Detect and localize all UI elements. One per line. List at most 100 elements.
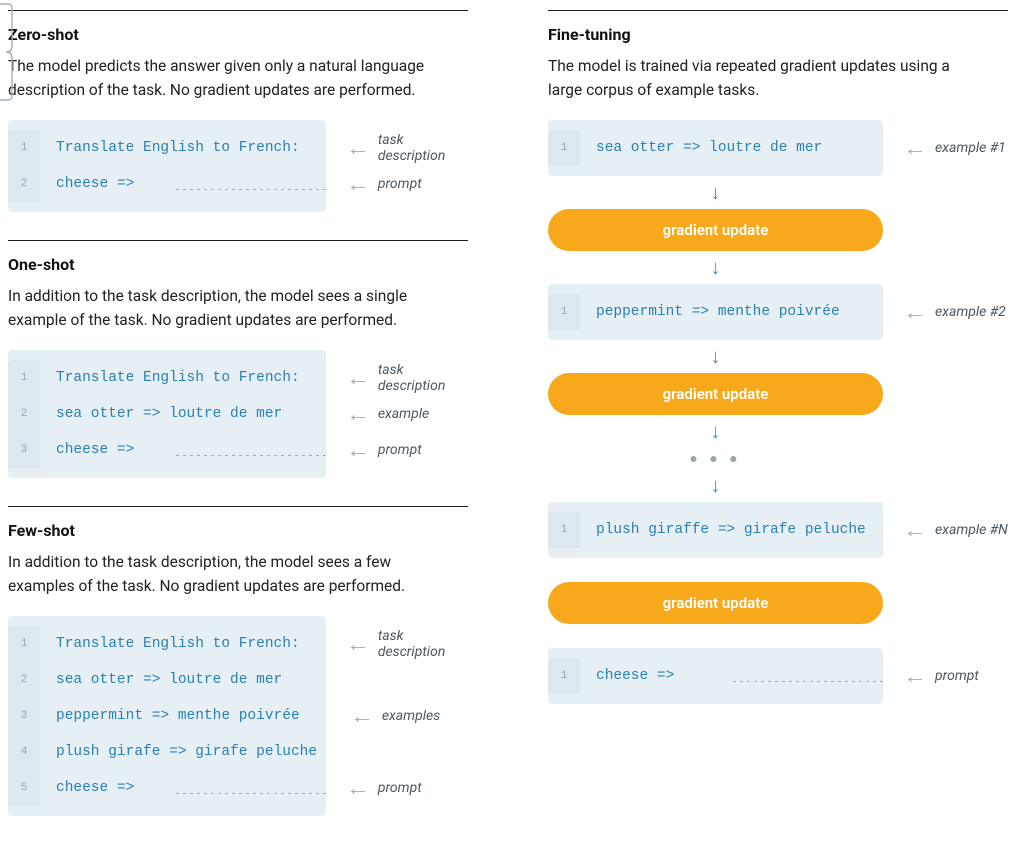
arrow-left-icon: ← bbox=[903, 302, 927, 322]
code-text: Translate English to French: bbox=[40, 140, 326, 156]
code-text: Translate English to French: bbox=[40, 636, 326, 652]
annotation-text: example bbox=[378, 406, 429, 422]
arrow-left-icon: ← bbox=[346, 368, 370, 388]
arrow-left-icon: ← bbox=[350, 706, 374, 726]
arrow-left-icon: ← bbox=[346, 174, 370, 194]
section-rule bbox=[8, 240, 468, 241]
bracket-icon bbox=[0, 0, 14, 104]
code-text: Translate English to French: bbox=[40, 370, 326, 386]
ellipsis-icon: ● ● ● bbox=[548, 448, 883, 469]
gradient-update-pill: gradient update bbox=[548, 373, 883, 415]
code-text: sea otter => loutre de mer bbox=[40, 672, 326, 688]
annotation-text: task description bbox=[378, 132, 468, 164]
dotted-line bbox=[176, 793, 326, 794]
arrow-down-icon: ↓ bbox=[548, 469, 883, 502]
line-number: 1 bbox=[548, 658, 580, 694]
arrow-down-icon: ↓ bbox=[548, 251, 883, 284]
arrow-down-icon: ↓ bbox=[548, 340, 883, 373]
arrow-left-icon: ← bbox=[903, 138, 927, 158]
code-text: sea otter => loutre de mer bbox=[40, 406, 326, 422]
annotation-text: prompt bbox=[378, 176, 422, 192]
line-number: 3 bbox=[8, 432, 40, 468]
line-number: 1 bbox=[8, 626, 40, 662]
arrow-down-icon: ↓ bbox=[548, 176, 883, 209]
code-block: 1cheese => bbox=[548, 648, 883, 704]
line-number: 4 bbox=[8, 734, 40, 770]
annotation-column: ← task description ← prompt bbox=[348, 120, 468, 202]
section-description: In addition to the task description, the… bbox=[8, 284, 438, 332]
dotted-line bbox=[176, 455, 326, 456]
fine-tuning-steps: 1sea otter => loutre de mer←example #1↓g… bbox=[548, 120, 1008, 704]
annotation-column: ← example #N bbox=[905, 502, 1008, 548]
arrow-left-icon: ← bbox=[346, 634, 370, 654]
annotation-text: prompt bbox=[935, 668, 979, 684]
section-title: Few-shot bbox=[8, 521, 468, 540]
arrow-left-icon: ← bbox=[903, 666, 927, 686]
annotation-column: ← prompt bbox=[905, 648, 979, 694]
section-description: In addition to the task description, the… bbox=[8, 550, 438, 598]
code-block: 1Translate English to French: 2sea otter… bbox=[8, 350, 326, 478]
annotation-column: ← task description ← example ← prompt bbox=[348, 350, 468, 468]
section-title: Zero-shot bbox=[8, 25, 468, 44]
code-block: 1sea otter => loutre de mer bbox=[548, 120, 883, 176]
section-rule bbox=[8, 10, 468, 11]
line-number: 2 bbox=[8, 166, 40, 202]
code-text: sea otter => loutre de mer bbox=[580, 140, 883, 156]
line-number: 1 bbox=[548, 130, 580, 166]
arrow-left-icon: ← bbox=[346, 778, 370, 798]
zero-shot-section: Zero-shot The model predicts the answer … bbox=[8, 10, 468, 212]
annotation-text: prompt bbox=[378, 780, 422, 796]
section-rule bbox=[548, 10, 1008, 11]
section-description: The model is trained via repeated gradie… bbox=[548, 54, 978, 102]
arrow-left-icon: ← bbox=[346, 138, 370, 158]
arrow-left-icon: ← bbox=[346, 440, 370, 460]
code-row: 2 cheese => bbox=[8, 166, 326, 202]
gradient-update-pill: gradient update bbox=[548, 209, 883, 251]
annotation-column: ← example #2 bbox=[905, 284, 1006, 330]
dotted-line bbox=[176, 189, 326, 190]
few-shot-section: Few-shot In addition to the task descrip… bbox=[8, 506, 468, 816]
line-number: 1 bbox=[8, 360, 40, 396]
code-row: 1cheese => bbox=[548, 658, 883, 694]
code-text: cheese => bbox=[40, 176, 172, 192]
annotation-column: ← example #1 bbox=[905, 120, 1006, 166]
arrow-left-icon: ← bbox=[346, 404, 370, 424]
annotation-text: prompt bbox=[378, 442, 422, 458]
line-number: 1 bbox=[8, 130, 40, 166]
gradient-update-pill: gradient update bbox=[548, 582, 883, 624]
annotation-text: example #2 bbox=[935, 304, 1006, 320]
spacer bbox=[548, 558, 883, 582]
section-rule bbox=[8, 506, 468, 507]
code-text: peppermint => menthe poivrée bbox=[40, 708, 326, 724]
code-text: cheese => bbox=[40, 442, 172, 458]
code-row: 1 Translate English to French: bbox=[8, 130, 326, 166]
code-text: peppermint => menthe poivrée bbox=[580, 304, 883, 320]
code-row: 1sea otter => loutre de mer bbox=[548, 130, 883, 166]
section-title: Fine-tuning bbox=[548, 25, 1008, 44]
spacer bbox=[548, 624, 883, 648]
one-shot-section: One-shot In addition to the task descrip… bbox=[8, 240, 468, 478]
annotation-text: task description bbox=[378, 628, 468, 660]
fine-tuning-section: Fine-tuning The model is trained via rep… bbox=[548, 10, 1008, 704]
right-column: Fine-tuning The model is trained via rep… bbox=[548, 10, 1008, 844]
code-block: 1 Translate English to French: 2 cheese … bbox=[8, 120, 326, 212]
left-column: Zero-shot The model predicts the answer … bbox=[8, 10, 468, 844]
line-number: 3 bbox=[8, 698, 40, 734]
code-text: plush girafe => girafe peluche bbox=[40, 744, 326, 760]
arrow-left-icon: ← bbox=[903, 520, 927, 540]
code-block: 1plush giraffe => girafe peluche bbox=[548, 502, 883, 558]
code-text: plush giraffe => girafe peluche bbox=[580, 522, 883, 538]
annotation-text: example #N bbox=[935, 522, 1008, 538]
line-number: 2 bbox=[8, 396, 40, 432]
code-row: 1peppermint => menthe poivrée bbox=[548, 294, 883, 330]
code-row: 1plush giraffe => girafe peluche bbox=[548, 512, 883, 548]
annotation-text: examples bbox=[382, 708, 440, 724]
annotation-text: task description bbox=[378, 362, 468, 394]
code-block: 1Translate English to French: 2sea otter… bbox=[8, 616, 326, 816]
dotted-line bbox=[733, 681, 883, 682]
section-description: The model predicts the answer given only… bbox=[8, 54, 438, 102]
section-title: One-shot bbox=[8, 255, 468, 274]
line-number: 5 bbox=[8, 770, 40, 806]
code-block: 1peppermint => menthe poivrée bbox=[548, 284, 883, 340]
annotation-text: example #1 bbox=[935, 140, 1006, 156]
